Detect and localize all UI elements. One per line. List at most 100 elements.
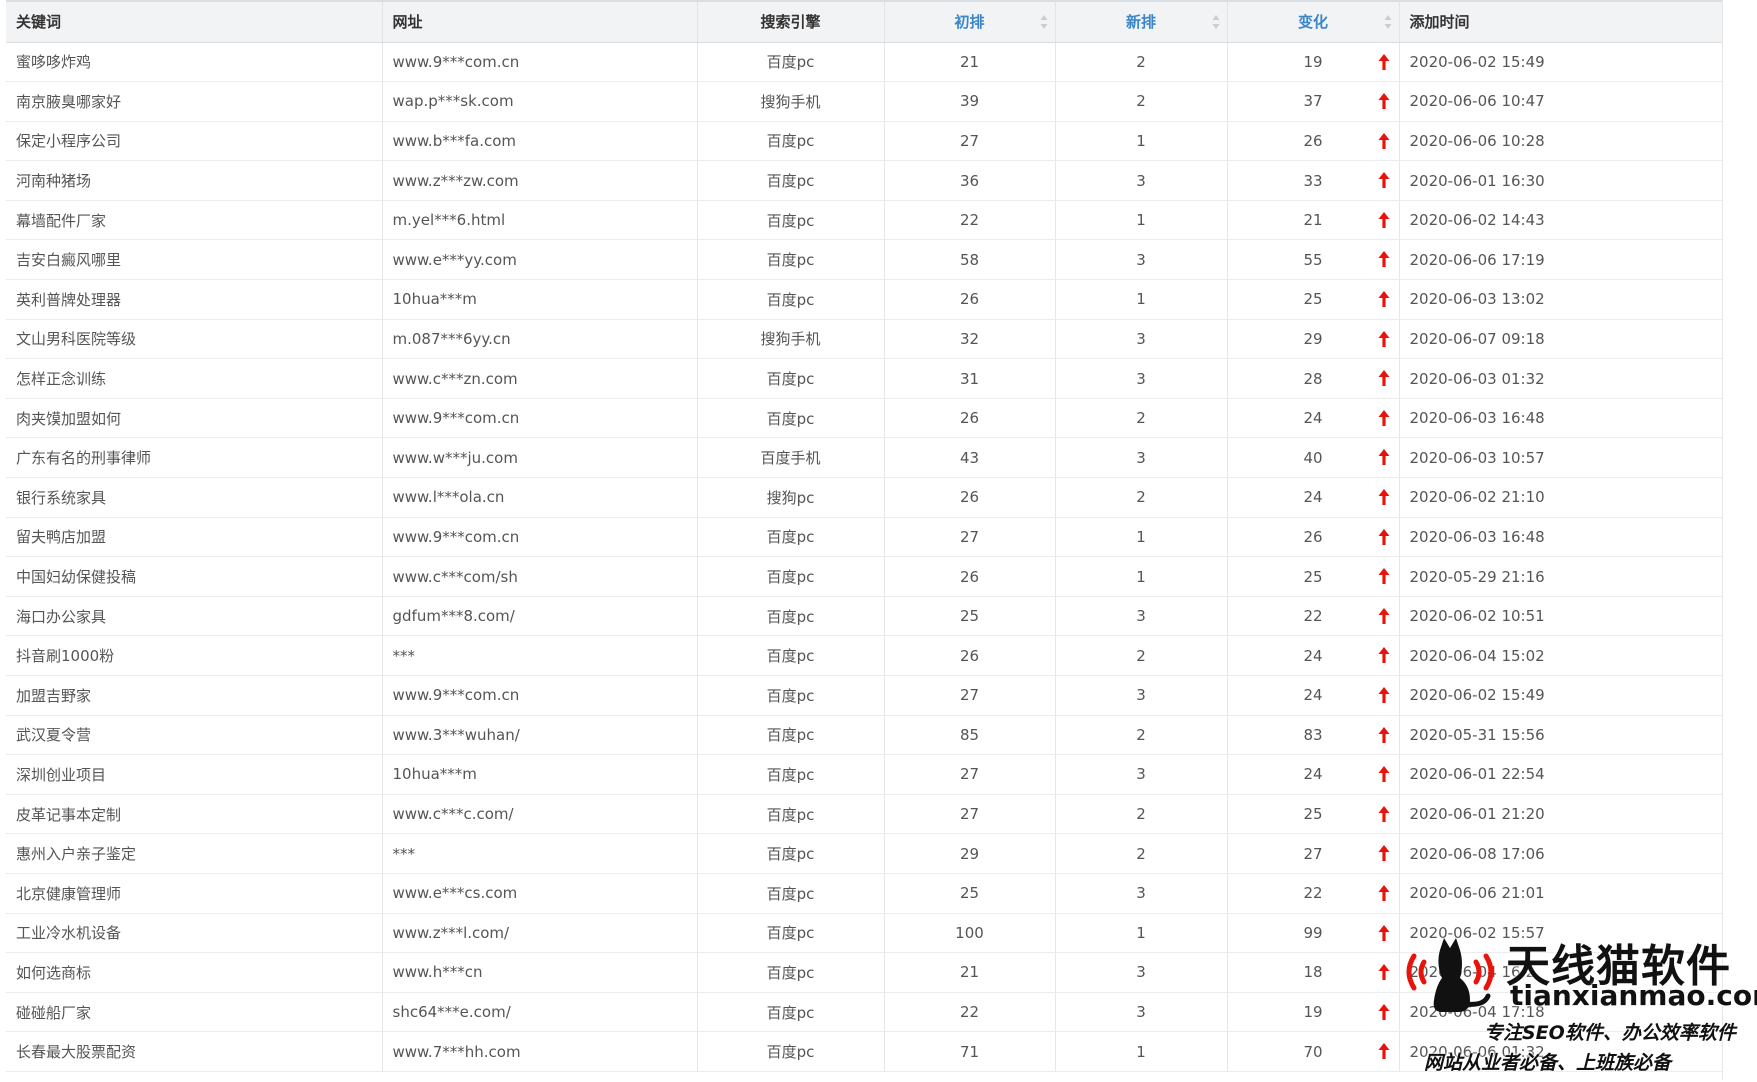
cell-keyword-text: 深圳创业项目 <box>16 765 107 784</box>
cell-new-rank-text: 3 <box>1136 448 1146 467</box>
cell-search-engine: 百度pc <box>697 833 885 874</box>
cell-url: 10hua***m <box>382 279 698 320</box>
cell-search-engine-text: 百度pc <box>766 884 815 903</box>
cell-change-text: 25 <box>1303 805 1323 824</box>
cell-url: wap.p***sk.com <box>382 81 698 122</box>
cell-search-engine-text: 百度pc <box>766 528 815 547</box>
cell-url: www.e***cs.com <box>382 873 698 914</box>
column-header-initial-rank[interactable]: 初排 <box>884 2 1056 43</box>
arrow-up-icon <box>1378 567 1390 585</box>
cell-initial-rank-text: 27 <box>959 805 980 824</box>
cell-search-engine: 百度pc <box>697 42 885 83</box>
table-row: 怎样正念训练 www.c***zn.com 百度pc 31 3 28 2020-06-03 … <box>6 358 1722 399</box>
scrollbar-track[interactable] <box>1722 0 1757 1080</box>
cell-keyword: 工业冷水机设备 <box>6 913 383 954</box>
cell-initial-rank: 27 <box>884 754 1056 795</box>
cell-added-time: 2020-06-06 21:01 <box>1399 873 1722 914</box>
cell-keyword: 肉夹馍加盟如何 <box>6 398 383 439</box>
cell-keyword-text: 吉安白癜风哪里 <box>16 251 122 270</box>
cell-search-engine-text: 百度pc <box>766 132 815 151</box>
cell-added-time: 2020-06-06 17:19 <box>1399 239 1722 281</box>
cell-search-engine-text: 百度pc <box>766 726 815 745</box>
cell-keyword: 碰碰船厂家 <box>6 992 383 1033</box>
cell-initial-rank: 25 <box>884 873 1056 914</box>
cell-change-text: 19 <box>1303 1003 1323 1022</box>
cell-keyword: 广东有名的刑事律师 <box>6 437 383 479</box>
cell-search-engine: 百度手机 <box>697 437 885 479</box>
cell-keyword: 中国妇幼保健投稿 <box>6 556 383 597</box>
cell-change-text: 19 <box>1303 52 1323 71</box>
cell-keyword: 幕墙配件厂家 <box>6 200 383 241</box>
cell-url: www.9***com.cn <box>382 398 698 439</box>
cell-url: www.l***ola.cn <box>382 477 698 518</box>
cell-added-time: 2020-06-02 21:10 <box>1399 477 1722 518</box>
cell-change-text: 40 <box>1303 448 1323 467</box>
arrow-up-icon <box>1378 132 1390 150</box>
cell-search-engine-text: 百度pc <box>766 1003 815 1022</box>
cell-added-time-text: 2020-06-08 17:06 <box>1409 844 1545 863</box>
cell-initial-rank: 58 <box>884 239 1056 281</box>
cell-search-engine-text: 百度pc <box>766 211 815 230</box>
cell-new-rank-text: 3 <box>1136 686 1146 705</box>
table-row: 惠州入户亲子鉴定 *** 百度pc 29 2 27 2020-06-08 17:06 <box>6 833 1722 874</box>
cell-url: www.b***fa.com <box>382 121 698 162</box>
cell-change: 70 <box>1227 1031 1400 1072</box>
cell-keyword: 海口办公家具 <box>6 596 383 637</box>
column-header-change[interactable]: 变化 <box>1227 2 1400 43</box>
cell-change-text: 24 <box>1303 646 1323 665</box>
arrow-up-icon <box>1378 211 1390 229</box>
cell-search-engine: 百度pc <box>697 556 885 597</box>
cell-change: 19 <box>1227 42 1400 83</box>
cell-initial-rank: 26 <box>884 635 1056 676</box>
cell-url: m.yel***6.html <box>382 200 698 241</box>
sort-icon[interactable] <box>1040 14 1048 30</box>
cell-added-time: 2020-06-08 17:06 <box>1399 833 1722 874</box>
cell-change-text: 25 <box>1303 567 1323 586</box>
cell-initial-rank-text: 85 <box>959 725 980 744</box>
cell-added-time-text: 2020-06-02 21:10 <box>1409 488 1545 507</box>
cell-initial-rank: 27 <box>884 121 1056 162</box>
cell-new-rank: 2 <box>1055 794 1228 835</box>
cell-added-time-text: 2020-06-02 14:43 <box>1409 211 1545 230</box>
ranking-table: 关键词 网址 搜索引擎 初排 新排 变化 添加时间 蜜哆哆炸鸡 www.9***… <box>6 2 1722 1072</box>
cell-added-time: 2020-06-03 13:02 <box>1399 279 1722 320</box>
cell-keyword-text: 如何选商标 <box>16 963 92 982</box>
sort-icon[interactable] <box>1212 14 1220 30</box>
cell-url-text: www.c***c.com/ <box>392 805 514 824</box>
cell-initial-rank: 36 <box>884 160 1056 201</box>
cell-added-time-text: 2020-06-02 10:51 <box>1409 607 1545 626</box>
cell-url-text: www.e***yy.com <box>392 250 517 269</box>
cell-keyword: 加盟吉野家 <box>6 675 383 716</box>
table-row: 如何选商标 www.h***cn 百度pc 21 3 18 2020-06-04 16:2 <box>6 952 1722 993</box>
cell-initial-rank-text: 22 <box>959 1003 980 1022</box>
arrow-up-icon <box>1378 805 1390 823</box>
cell-initial-rank-text: 26 <box>959 290 980 309</box>
cell-change-text: 22 <box>1303 884 1323 903</box>
cell-keyword-text: 肉夹馍加盟如何 <box>16 409 122 428</box>
arrow-up-icon <box>1378 488 1390 506</box>
cell-change-text: 83 <box>1303 725 1323 744</box>
cell-initial-rank: 31 <box>884 358 1056 399</box>
cell-initial-rank-text: 26 <box>959 646 980 665</box>
cell-initial-rank: 100 <box>884 913 1056 954</box>
cell-added-time: 2020-06-02 15:57 <box>1399 913 1722 954</box>
cell-change-text: 37 <box>1303 92 1323 111</box>
table-row: 加盟吉野家 www.9***com.cn 百度pc 27 3 24 2020-06-02 1… <box>6 675 1722 716</box>
cell-search-engine: 百度pc <box>697 160 885 201</box>
sort-icon[interactable] <box>1384 14 1392 30</box>
cell-initial-rank: 29 <box>884 833 1056 874</box>
column-header-new-rank[interactable]: 新排 <box>1055 2 1228 43</box>
cell-new-rank-text: 1 <box>1136 1042 1146 1061</box>
cell-added-time-text: 2020-06-06 01:32 <box>1409 1042 1545 1061</box>
cell-search-engine-text: 搜狗手机 <box>760 92 821 111</box>
cell-new-rank: 2 <box>1055 635 1228 676</box>
cell-search-engine: 百度pc <box>697 635 885 676</box>
cell-url-text: www.b***fa.com <box>392 131 517 150</box>
cell-new-rank: 2 <box>1055 42 1228 83</box>
cell-new-rank: 3 <box>1055 358 1228 399</box>
cell-url-text: 10hua***m <box>392 765 477 784</box>
cell-url-text: m.yel***6.html <box>392 211 506 230</box>
cell-added-time: 2020-06-01 21:20 <box>1399 794 1722 835</box>
cell-keyword-text: 惠州入户亲子鉴定 <box>16 845 137 864</box>
table-row: 蜜哆哆炸鸡 www.9***com.cn 百度pc 21 2 19 2020-06-02 1… <box>6 42 1722 83</box>
